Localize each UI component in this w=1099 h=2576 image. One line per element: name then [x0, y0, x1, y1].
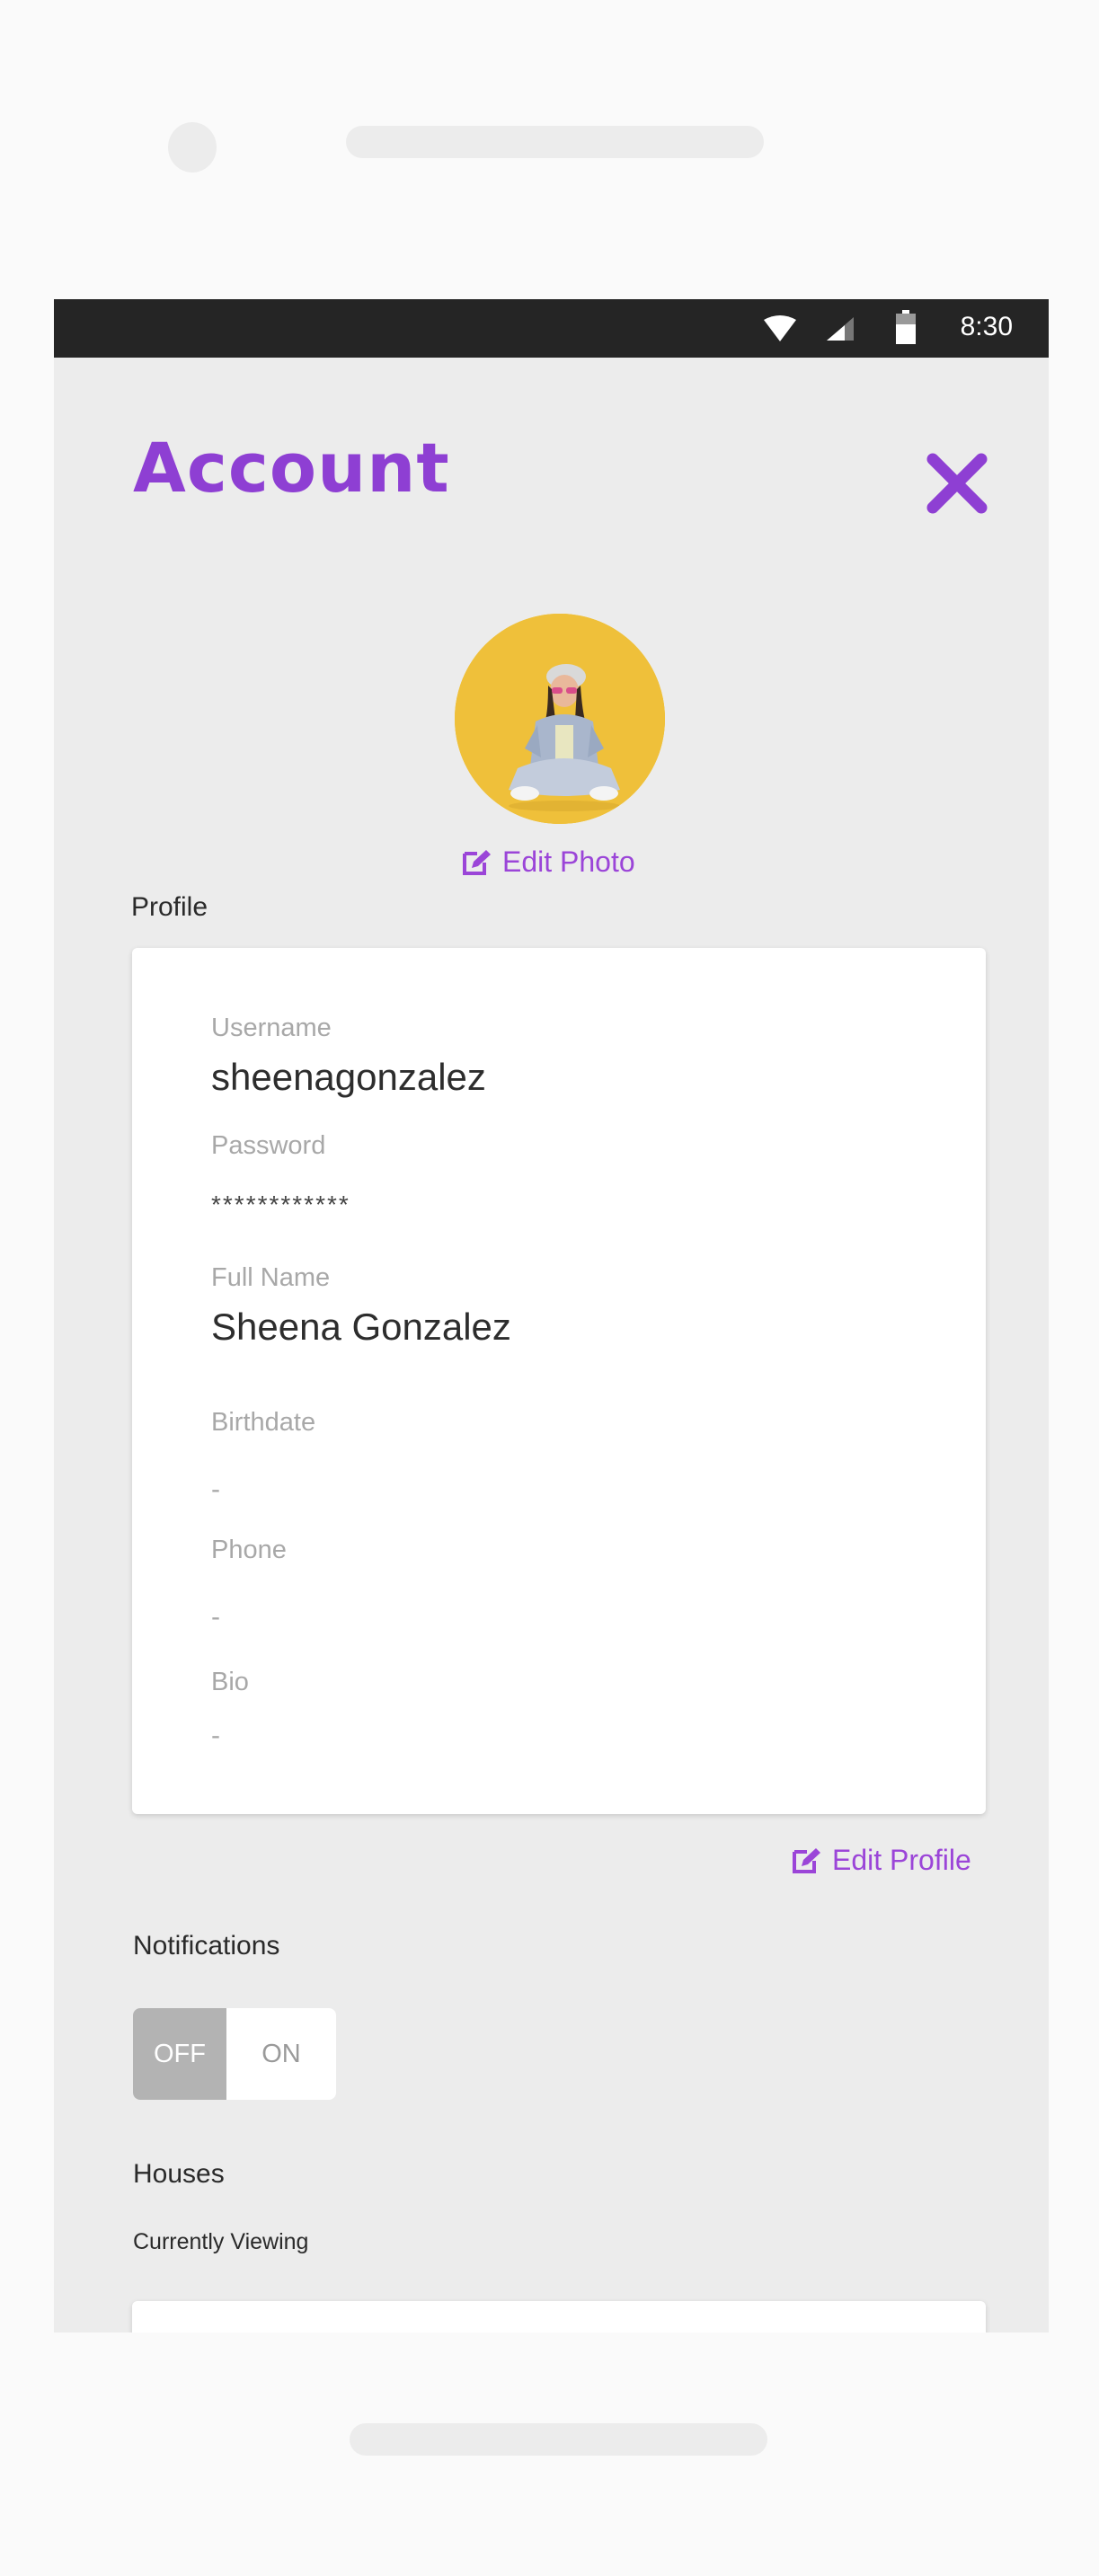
app-screen: 8:30 Account Edit Photo Profile Username…	[54, 299, 1049, 2333]
currently-viewing-label: Currently Viewing	[133, 2229, 309, 2254]
full-name-value: Sheena Gonzalez	[211, 1306, 511, 1348]
username-label: Username	[211, 1014, 332, 1042]
edit-profile-link[interactable]: Edit Profile	[791, 1844, 971, 1877]
signal-icon	[827, 317, 854, 341]
password-label: Password	[211, 1131, 326, 1160]
edit-profile-label: Edit Profile	[832, 1844, 971, 1876]
birthdate-value: -	[211, 1474, 220, 1504]
password-value: ************	[211, 1191, 350, 1218]
phone-value: -	[211, 1602, 220, 1632]
edit-photo-label: Edit Photo	[502, 845, 635, 878]
edit-icon	[793, 1847, 820, 1873]
toggle-off-option[interactable]: OFF	[133, 2008, 226, 2100]
device-speaker	[346, 126, 764, 158]
birthdate-label: Birthdate	[211, 1408, 316, 1437]
notifications-section-label: Notifications	[133, 1931, 280, 1961]
edit-photo-link[interactable]: Edit Photo	[461, 845, 635, 879]
close-icon	[926, 453, 988, 514]
full-name-label: Full Name	[211, 1263, 331, 1292]
username-value: sheenagonzalez	[211, 1056, 486, 1098]
profile-photo	[455, 614, 665, 824]
profile-section-label: Profile	[131, 892, 208, 922]
device-home-bar	[350, 2423, 767, 2456]
wifi-icon	[764, 315, 796, 341]
phone-label: Phone	[211, 1536, 287, 1564]
page-title: Account	[133, 428, 450, 508]
bio-label: Bio	[211, 1668, 249, 1696]
profile-card: Username sheenagonzalez Password *******…	[132, 948, 986, 1814]
status-bar: 8:30	[54, 299, 1049, 358]
close-button[interactable]	[926, 452, 988, 515]
avatar[interactable]	[455, 614, 665, 824]
status-time: 8:30	[960, 312, 1013, 341]
currently-viewing-card[interactable]	[132, 2301, 986, 2333]
bio-value: -	[211, 1721, 220, 1750]
notifications-toggle[interactable]: OFF ON	[133, 2008, 336, 2100]
toggle-on-option[interactable]: ON	[226, 2008, 336, 2100]
edit-icon	[463, 849, 491, 875]
houses-section-label: Houses	[133, 2159, 225, 2189]
device-camera	[168, 122, 217, 173]
battery-icon	[896, 310, 916, 344]
